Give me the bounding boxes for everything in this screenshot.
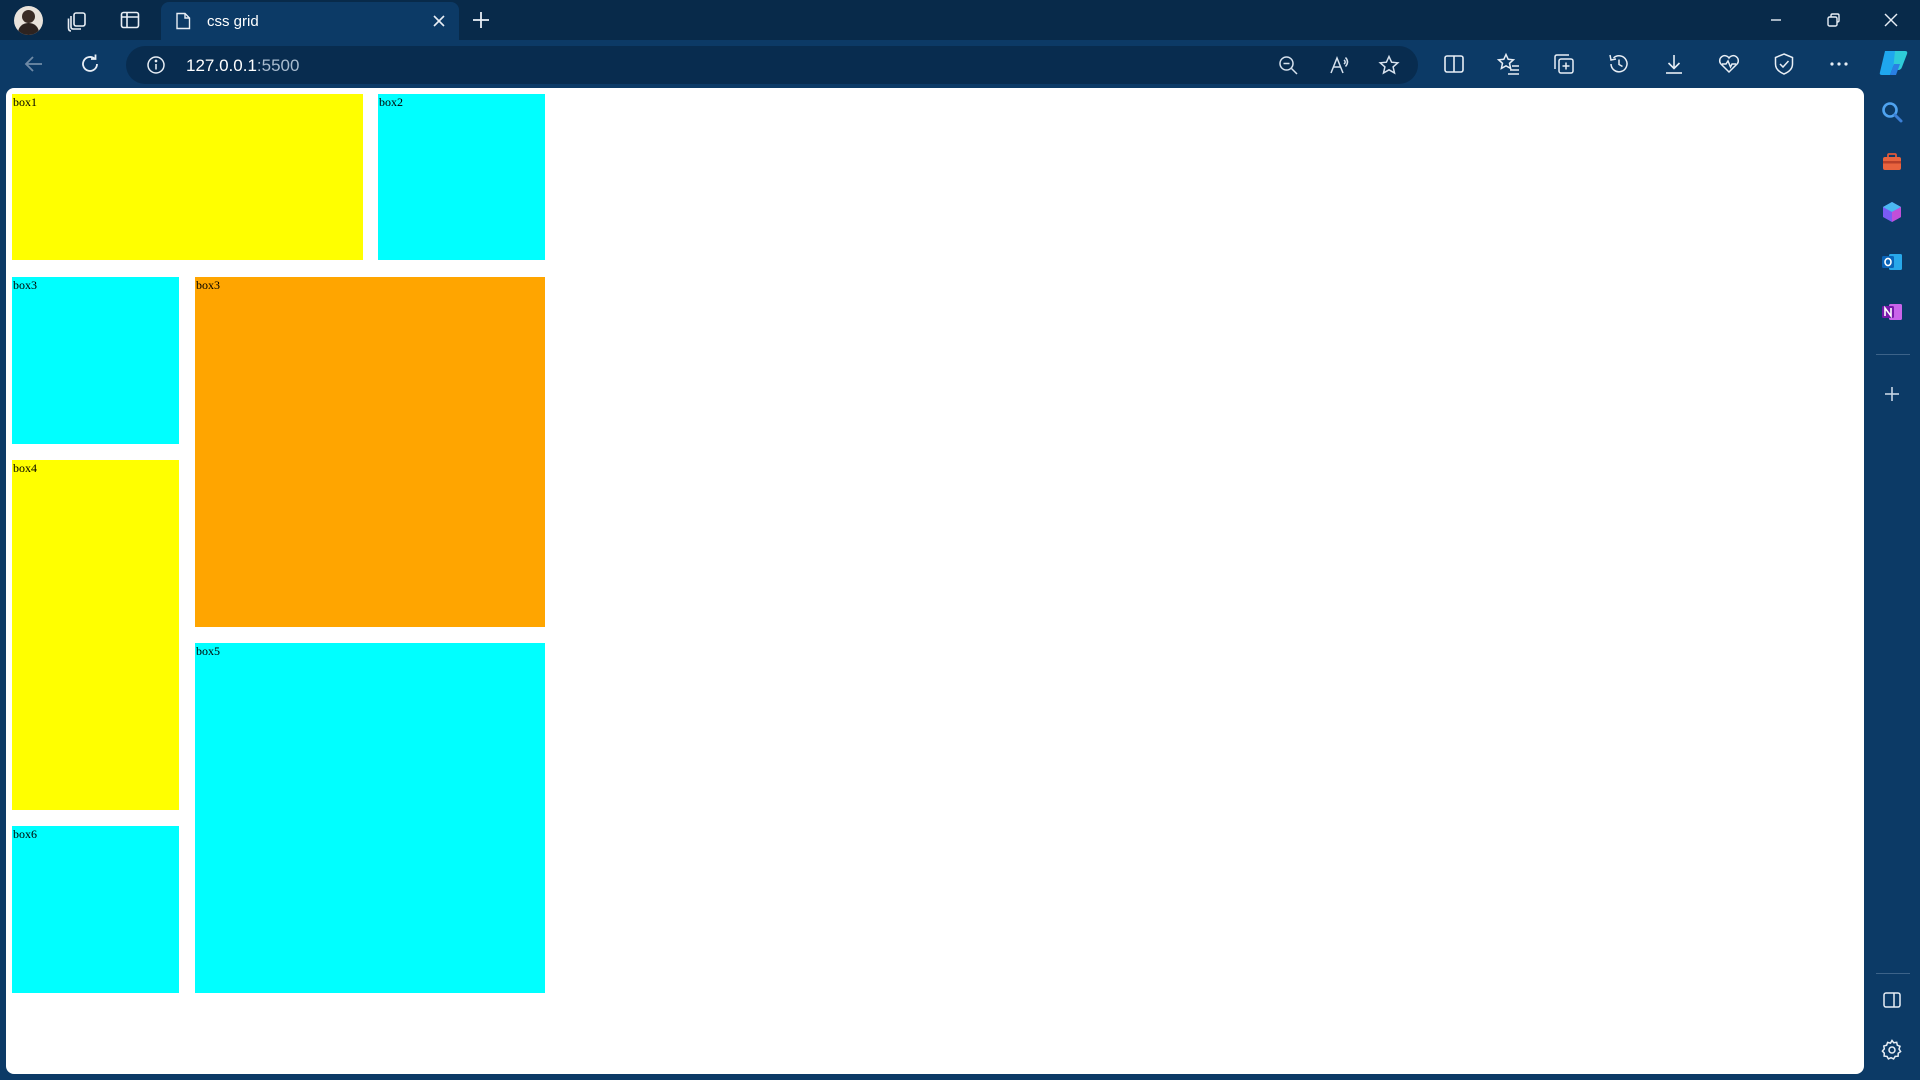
favorites-icon[interactable] <box>1496 51 1522 77</box>
refresh-icon[interactable] <box>77 51 103 77</box>
copilot-icon[interactable] <box>1876 48 1910 78</box>
browser-essentials-icon[interactable] <box>1771 51 1797 77</box>
profile-avatar[interactable] <box>14 6 43 35</box>
copilot-sidebar-icon[interactable] <box>1880 200 1904 224</box>
restore-icon[interactable] <box>1821 8 1845 32</box>
active-tab[interactable]: css grid <box>161 2 459 40</box>
close-window-icon[interactable] <box>1879 8 1903 32</box>
split-screen-icon[interactable] <box>1441 51 1467 77</box>
tab-title: css grid <box>207 13 259 30</box>
tab-actions-icon[interactable] <box>118 8 142 32</box>
close-icon[interactable] <box>429 11 449 31</box>
grid-box-3-orange: box3 <box>195 277 545 627</box>
title-bar: css grid <box>0 0 1920 40</box>
onenote-icon[interactable] <box>1880 300 1904 324</box>
grid-box-2: box2 <box>378 94 545 260</box>
grid-box-3-cyan: box3 <box>12 277 179 444</box>
performance-icon[interactable] <box>1716 51 1742 77</box>
minimize-icon[interactable] <box>1764 8 1788 32</box>
grid-box-5: box5 <box>195 643 545 993</box>
download-icon[interactable] <box>1661 51 1687 77</box>
outlook-icon[interactable] <box>1880 250 1904 274</box>
favorite-star-icon[interactable] <box>1378 54 1400 76</box>
sidebar-divider <box>1876 354 1910 355</box>
read-aloud-icon[interactable] <box>1328 54 1350 76</box>
more-icon[interactable] <box>1826 51 1852 77</box>
search-icon[interactable] <box>1880 100 1904 124</box>
zoom-out-icon[interactable] <box>1277 54 1299 76</box>
back-icon[interactable] <box>21 51 47 77</box>
edge-sidebar <box>1864 88 1920 1080</box>
grid-box-6: box6 <box>12 826 179 993</box>
workspaces-icon[interactable] <box>65 8 89 32</box>
url-text[interactable]: 127.0.0.1:5500 <box>186 56 299 76</box>
page-viewport: box1 box2 box3 box3 box4 box5 box6 <box>6 88 1864 1074</box>
grid-box-1: box1 <box>12 94 363 260</box>
sidebar-toggle-icon[interactable] <box>1880 988 1904 1012</box>
collections-icon[interactable] <box>1551 51 1577 77</box>
settings-icon[interactable] <box>1880 1038 1904 1062</box>
address-bar[interactable]: 127.0.0.1:5500 <box>126 46 1418 84</box>
info-icon[interactable] <box>146 55 166 75</box>
history-icon[interactable] <box>1606 51 1632 77</box>
url-port: :5500 <box>256 56 300 75</box>
sidebar-divider-bottom <box>1876 973 1910 974</box>
grid-box-4: box4 <box>12 460 179 810</box>
plus-icon[interactable] <box>469 8 493 32</box>
tools-icon[interactable] <box>1880 150 1904 174</box>
navigation-toolbar: 127.0.0.1:5500 <box>0 40 1920 88</box>
add-icon[interactable] <box>1880 382 1904 406</box>
document-icon <box>175 12 191 30</box>
